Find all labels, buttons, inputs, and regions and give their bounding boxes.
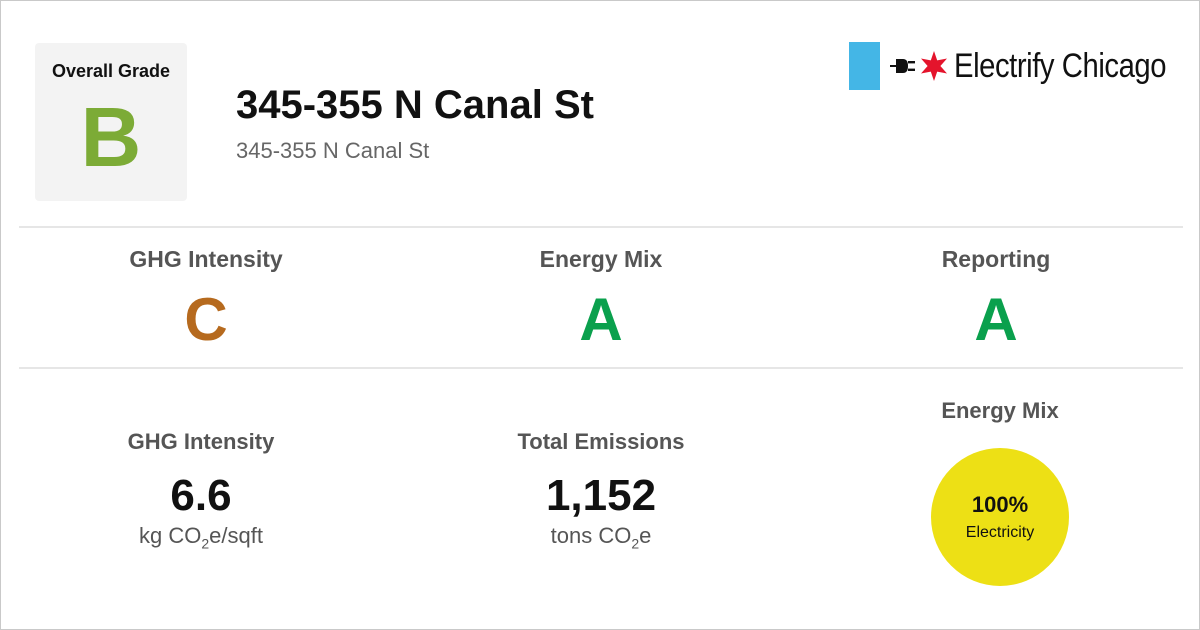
grade-energy-mix: Energy Mix A <box>401 246 801 355</box>
metric-unit-emissions: tons CO2e <box>550 523 652 552</box>
metric-label-emissions: Total Emissions <box>517 429 685 454</box>
grade-label-ghg: GHG Intensity <box>129 246 283 272</box>
metric-label-energy-mix: Energy Mix <box>941 398 1059 423</box>
brand-name: Electrify Chicago <box>954 46 1167 85</box>
metric-value-emissions: 1,152 <box>545 471 657 520</box>
plug-icon <box>890 59 915 73</box>
building-address: 345-355 N Canal St <box>236 138 430 163</box>
grade-letter-ghg: C <box>184 286 228 353</box>
metric-label-ghg: GHG Intensity <box>127 429 275 454</box>
grade-label-reporting: Reporting <box>941 246 1051 272</box>
star-icon <box>921 51 947 81</box>
energy-mix-type: Electricity <box>965 524 1035 541</box>
metric-total-emissions: Total Emissions 1,152 tons CO2e <box>401 429 801 551</box>
metric-value-ghg: 6.6 <box>170 471 232 520</box>
building-card: Overall Grade B 345-355 N Canal St 345-3… <box>0 0 1200 630</box>
metric-energy-mix: Energy Mix <box>800 398 1200 424</box>
energy-mix-chart: 100% Electricity <box>931 448 1069 586</box>
grade-ghg-intensity: GHG Intensity C <box>6 246 406 355</box>
metric-unit-ghg: kg CO2e/sqft <box>139 523 263 552</box>
divider-top <box>19 226 1183 228</box>
metric-ghg-intensity: GHG Intensity 6.6 kg CO2e/sqft <box>1 429 401 551</box>
brand-logo: Electrify Chicago <box>849 41 1200 91</box>
overall-grade-label: Overall Grade <box>51 61 171 81</box>
energy-mix-percent: 100% <box>971 492 1029 517</box>
building-title: 345-355 N Canal St <box>236 83 594 127</box>
grade-letter-energy-mix: A <box>579 286 623 353</box>
overall-grade-letter: B <box>80 90 142 184</box>
grade-reporting: Reporting A <box>796 246 1196 355</box>
divider-bottom <box>19 367 1183 369</box>
grade-label-energy-mix: Energy Mix <box>539 246 663 272</box>
overall-grade-box: Overall Grade B <box>35 43 187 201</box>
grade-letter-reporting: A <box>974 286 1018 353</box>
brand-color-bar <box>849 42 880 90</box>
